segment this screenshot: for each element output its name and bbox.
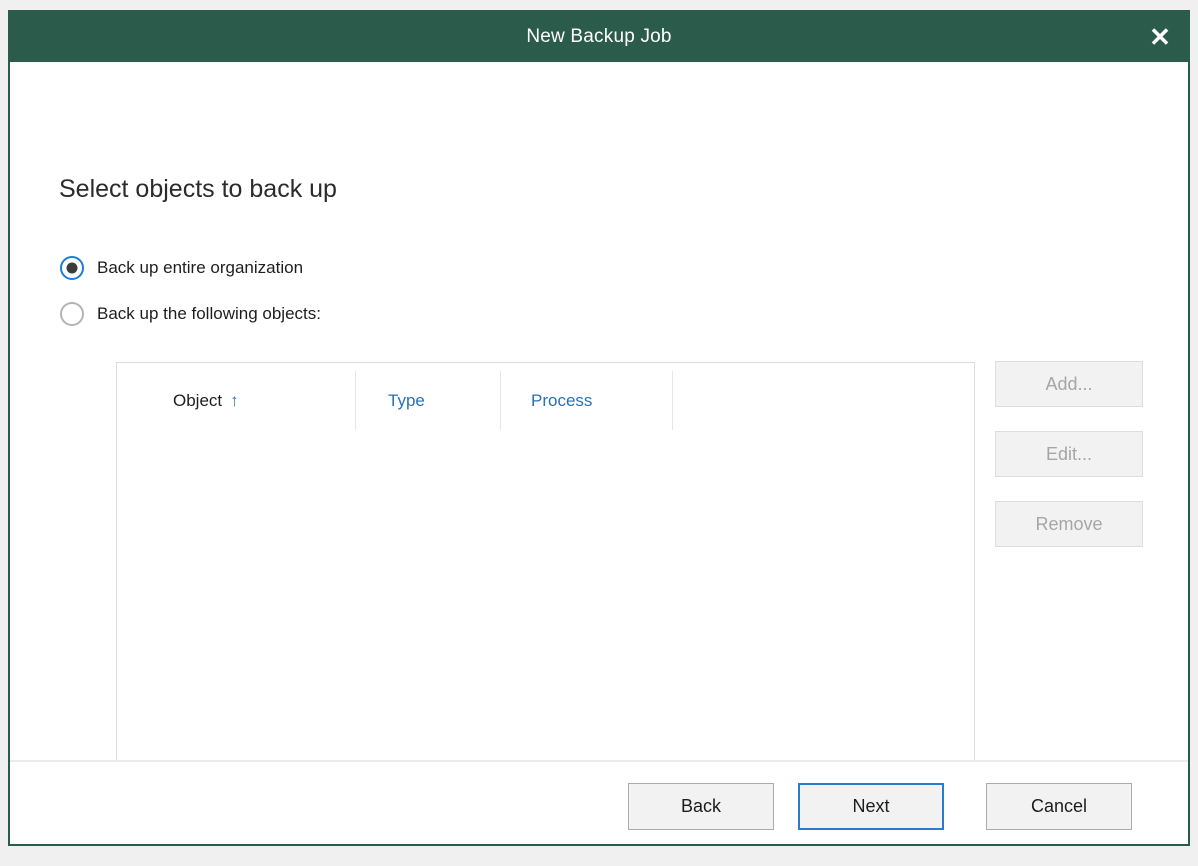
add-button[interactable]: Add... [995,361,1143,407]
column-header-type[interactable]: Type [355,363,500,438]
dialog-body: Select objects to back up Back up entire… [10,62,1188,844]
dialog-title-bar: New Backup Job ✕ [10,12,1188,62]
column-header-label: Type [388,390,425,410]
radio-indicator-unselected [60,302,84,326]
next-button[interactable]: Next [798,783,944,830]
back-button[interactable]: Back [628,783,774,830]
radio-label: Back up the following objects: [97,304,321,323]
cancel-button[interactable]: Cancel [986,783,1132,830]
remove-button[interactable]: Remove [995,501,1143,547]
edit-button[interactable]: Edit... [995,431,1143,477]
close-button[interactable]: ✕ [1132,12,1188,62]
radio-back-up-entire-organization[interactable]: Back up entire organization [60,256,303,280]
new-backup-job-dialog: New Backup Job ✕ Select objects to back … [8,10,1190,846]
column-header-label: Process [531,390,593,410]
objects-table: Object ↑ Type Process [116,362,975,774]
radio-indicator-selected [60,256,84,280]
table-header-row: Object ↑ Type Process [117,363,974,438]
close-icon: ✕ [1149,22,1171,52]
table-body-empty[interactable] [117,438,974,773]
page-title: Select objects to back up [59,175,337,203]
column-header-spacer [672,363,974,438]
sort-ascending-icon: ↑ [230,391,239,410]
column-header-process[interactable]: Process [500,363,672,438]
dialog-footer: Back Next Cancel [10,760,1188,844]
column-header-object[interactable]: Object ↑ [117,363,355,438]
radio-back-up-following-objects[interactable]: Back up the following objects: [60,302,321,326]
dialog-title: New Backup Job [526,26,672,47]
column-header-label: Object [173,390,223,410]
radio-label: Back up entire organization [97,258,304,277]
